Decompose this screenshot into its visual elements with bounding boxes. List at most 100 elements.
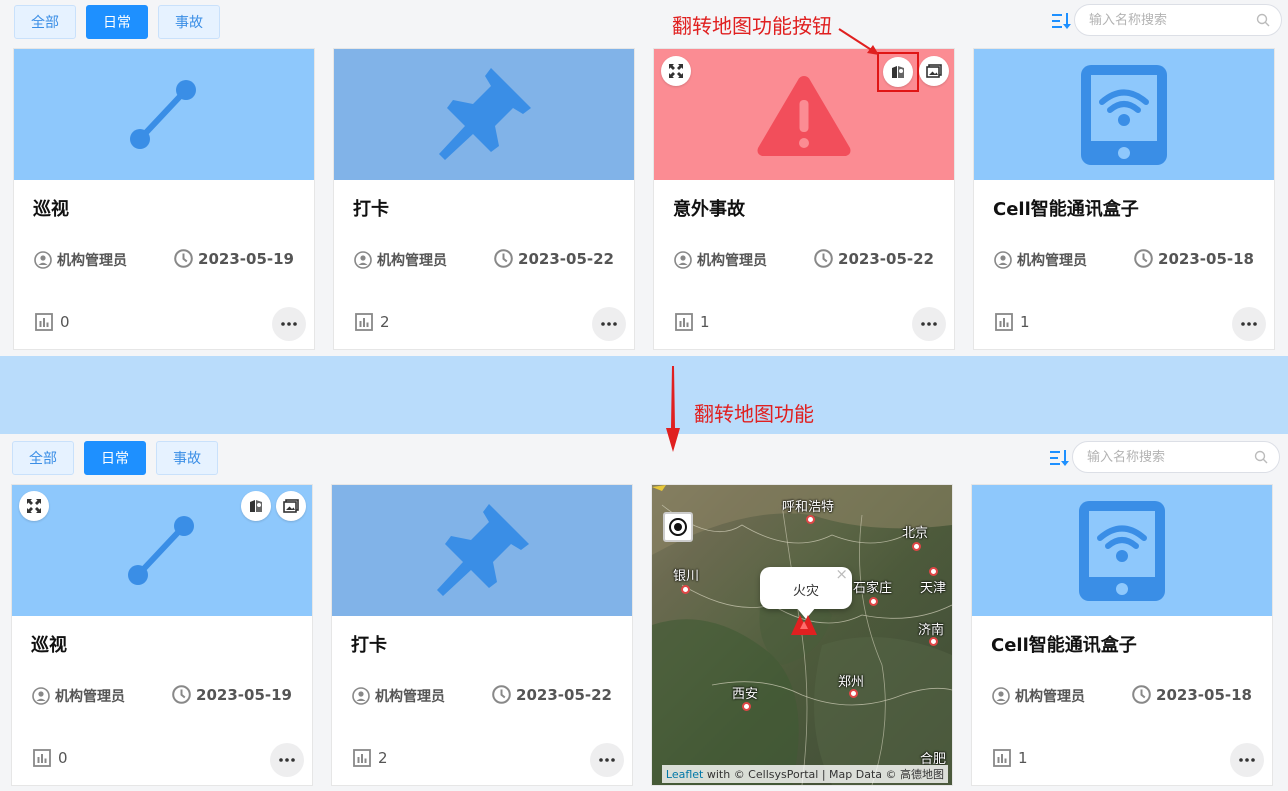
- sort-icon[interactable]: [1052, 12, 1072, 30]
- more-button[interactable]: [592, 307, 626, 341]
- city-marker[interactable]: [869, 597, 878, 606]
- expand-icon: [27, 499, 41, 513]
- owner-label: 机构管理员: [1015, 689, 1085, 705]
- card-stat: 2: [353, 749, 388, 767]
- search-icon[interactable]: [1256, 13, 1270, 27]
- image-icon: [283, 499, 299, 513]
- clock-icon: [814, 249, 833, 268]
- card-owner: 机构管理员: [34, 250, 127, 270]
- city-marker[interactable]: [681, 585, 690, 594]
- card-media: [332, 485, 632, 616]
- count-label: 2: [380, 313, 390, 331]
- map-flip-icon: [892, 66, 904, 78]
- popup-close-button[interactable]: ×: [835, 565, 848, 583]
- city-label: 呼和浩特: [782, 500, 835, 515]
- card-patrol[interactable]: 巡视 机构管理员 2023-05-19 0: [11, 484, 313, 786]
- fullscreen-button[interactable]: [661, 56, 691, 86]
- date-label: 2023-05-22: [516, 685, 612, 704]
- filter-all-button[interactable]: 全部: [14, 5, 76, 39]
- filter-daily-button[interactable]: 日常: [84, 441, 146, 475]
- city-marker[interactable]: [742, 702, 751, 711]
- city-marker[interactable]: [929, 567, 938, 576]
- card-title: 意外事故: [673, 199, 745, 220]
- map-view[interactable]: 呼和浩特 北京 银川 石家庄 天津 济南 西安 郑州 合肥 火灾 × Leafl…: [652, 485, 952, 785]
- card-title: Cell智能通讯盒子: [993, 199, 1139, 220]
- more-button[interactable]: [272, 307, 306, 341]
- date-label: 2023-05-19: [198, 249, 294, 268]
- date-label: 2023-05-22: [838, 249, 934, 268]
- city-label: 西安: [732, 687, 759, 702]
- bar-chart-icon: [355, 313, 373, 331]
- card-date: 2023-05-22: [492, 685, 612, 704]
- image-icon: [926, 64, 942, 78]
- user-icon: [34, 251, 52, 269]
- more-button[interactable]: [270, 743, 304, 777]
- annotation-arrow-icon: [838, 28, 879, 55]
- target-icon: [669, 518, 687, 536]
- more-button[interactable]: [1230, 743, 1264, 777]
- card-stat: 0: [35, 313, 70, 331]
- card-stat: 2: [355, 313, 390, 331]
- card-date: 2023-05-22: [494, 249, 614, 268]
- flip-map-button[interactable]: [241, 491, 271, 521]
- card-accident[interactable]: 意外事故 机构管理员 2023-05-22 1: [653, 48, 955, 350]
- clock-icon: [492, 685, 511, 704]
- route-line-icon: [130, 79, 196, 149]
- more-button[interactable]: [912, 307, 946, 341]
- city-marker[interactable]: [849, 689, 858, 698]
- more-button[interactable]: [1232, 307, 1266, 341]
- image-view-button[interactable]: [919, 56, 949, 86]
- city-label: 郑州: [838, 675, 865, 690]
- bottom-panel: 全部 日常 事故 输入名称搜索 巡视 机构管理员 2023-05-19 0 打卡…: [0, 434, 1288, 791]
- card-media: [974, 49, 1274, 180]
- card-owner: 机构管理员: [994, 250, 1087, 270]
- owner-label: 机构管理员: [377, 253, 447, 269]
- expand-icon: [669, 64, 683, 78]
- flip-map-button[interactable]: [883, 57, 913, 87]
- card-date: 2023-05-19: [174, 249, 294, 268]
- search-icon[interactable]: [1254, 450, 1268, 464]
- filter-daily-button[interactable]: 日常: [86, 5, 148, 39]
- city-marker[interactable]: [929, 637, 938, 646]
- city-marker[interactable]: [806, 515, 815, 524]
- filter-accident-button[interactable]: 事故: [158, 5, 220, 39]
- card-cell-box[interactable]: Cell智能通讯盒子 机构管理员 2023-05-18 1: [973, 48, 1275, 350]
- transition-band: 翻转地图功能: [0, 356, 1288, 452]
- card-checkin[interactable]: 打卡 机构管理员 2023-05-22 2: [333, 48, 635, 350]
- card-media: [14, 49, 314, 180]
- locate-button[interactable]: [663, 512, 693, 542]
- leaflet-link[interactable]: Leaflet: [666, 768, 703, 781]
- clock-icon: [1134, 249, 1153, 268]
- tablet-wifi-icon: [1081, 64, 1167, 165]
- filter-accident-button[interactable]: 事故: [156, 441, 218, 475]
- card-date: 2023-05-18: [1132, 685, 1252, 704]
- card-media: [12, 485, 312, 616]
- card-owner: 机构管理员: [354, 250, 447, 270]
- more-button[interactable]: [590, 743, 624, 777]
- fullscreen-button[interactable]: [19, 491, 49, 521]
- clock-icon: [172, 685, 191, 704]
- image-view-button[interactable]: [276, 491, 306, 521]
- fire-marker-icon[interactable]: [791, 615, 817, 635]
- search-input[interactable]: [1087, 442, 1247, 472]
- card-checkin[interactable]: 打卡 机构管理员 2023-05-22 2: [331, 484, 633, 786]
- city-marker[interactable]: [912, 542, 921, 551]
- filter-toolbar: 全部 日常 事故: [0, 434, 1288, 478]
- map-popup: 火灾 ×: [760, 565, 852, 619]
- map-attribution: Leaflet with © CellsysPortal | Map Data …: [661, 765, 948, 783]
- card-cell-box[interactable]: Cell智能通讯盒子 机构管理员 2023-05-18 1: [971, 484, 1273, 786]
- card-stat: 1: [995, 313, 1030, 331]
- sort-icon[interactable]: [1050, 449, 1070, 467]
- filter-all-button[interactable]: 全部: [12, 441, 74, 475]
- city-label: 银川: [673, 569, 700, 584]
- annotation-flip-feature: 翻转地图功能: [694, 402, 814, 426]
- count-label: 0: [58, 749, 68, 767]
- user-icon: [992, 687, 1010, 705]
- bar-chart-icon: [35, 313, 53, 331]
- card-accident-map[interactable]: 呼和浩特 北京 银川 石家庄 天津 济南 西安 郑州 合肥 火灾 × Leafl…: [651, 484, 953, 786]
- more-dots-icon: [921, 322, 937, 326]
- owner-label: 机构管理员: [55, 689, 125, 705]
- search-input[interactable]: [1089, 5, 1249, 35]
- card-patrol[interactable]: 巡视 机构管理员 2023-05-19 0: [13, 48, 315, 350]
- map-flip-icon: [250, 500, 262, 512]
